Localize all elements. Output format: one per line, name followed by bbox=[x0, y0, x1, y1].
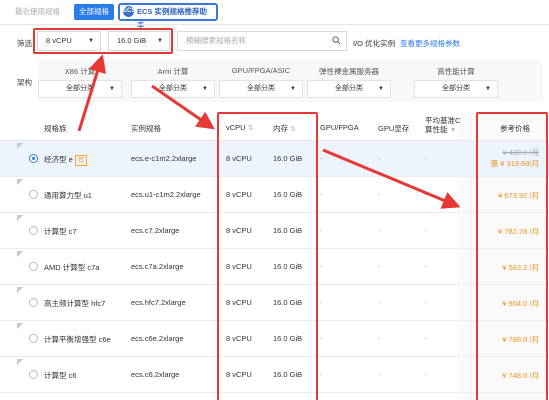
arrow-to-price bbox=[322, 148, 461, 209]
annotation-arrows bbox=[77, 54, 461, 209]
arrow-to-filter bbox=[77, 54, 107, 132]
ecs-spec-selector: 最近使用规格 全部规格 ECS ECS 实例规格推荐助手 筛选 8 vCPU ▼… bbox=[0, 0, 549, 400]
arrow-to-columns bbox=[151, 84, 215, 130]
